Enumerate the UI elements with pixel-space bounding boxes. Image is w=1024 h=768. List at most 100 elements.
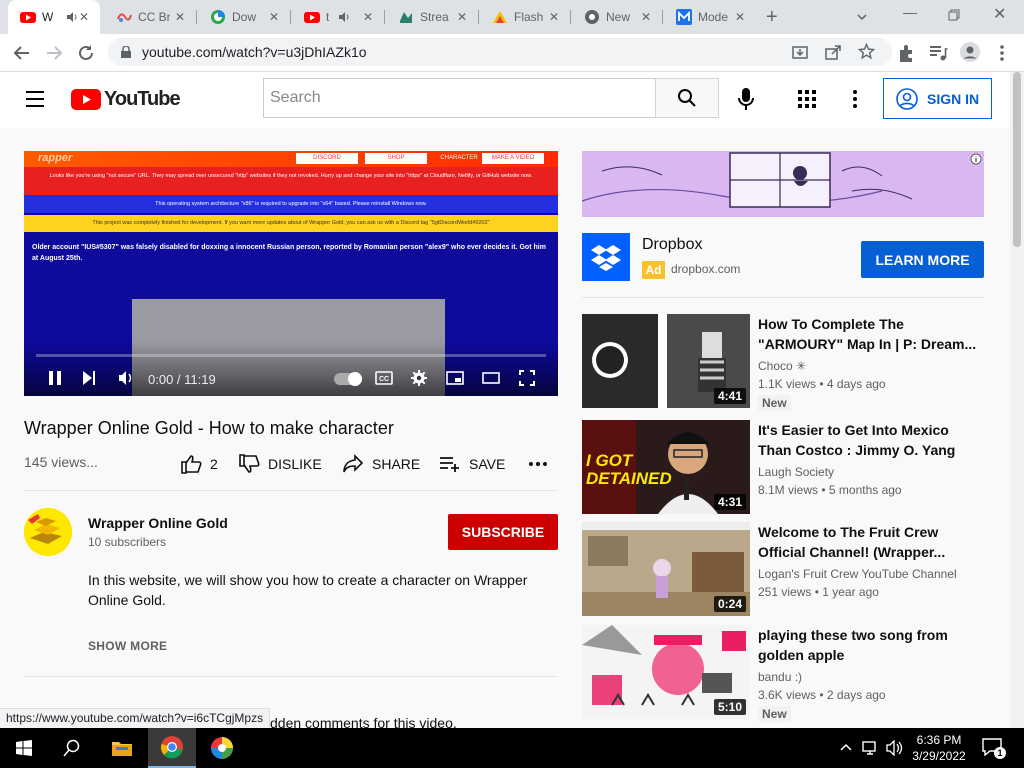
close-tab-icon[interactable]: ✕ (638, 9, 654, 25)
url-text: youtube.com/watch?v=u3jDhIAZk1o (142, 44, 367, 60)
next-icon[interactable] (82, 370, 96, 386)
close-tab-icon[interactable]: ✕ (266, 9, 282, 25)
recommended-video-4[interactable]: 5:10 playing these two song from golden … (582, 625, 1002, 722)
apps-grid-icon[interactable] (797, 89, 817, 109)
share-button[interactable]: SHARE (342, 454, 420, 474)
hamburger-menu-icon[interactable] (25, 89, 45, 109)
microphone-icon[interactable] (737, 87, 755, 111)
browser-menu-icon[interactable] (991, 42, 1013, 64)
ad-banner-image[interactable] (582, 151, 984, 217)
taskbar-search-button[interactable] (48, 728, 96, 768)
close-tab-icon[interactable]: ✕ (546, 9, 562, 25)
like-button[interactable]: 2 (180, 454, 218, 474)
install-icon[interactable] (792, 44, 808, 60)
browser-tab-2[interactable]: CC Br ✕ (104, 0, 196, 34)
recommended-video-1[interactable]: 4:41 How To Complete The "ARMOURY" Map I… (582, 314, 1002, 411)
video-player[interactable]: rapper DISCORD SHOP CHARACTER MAKE A VID… (24, 151, 558, 396)
browser-tab-7[interactable]: New ✕ (572, 0, 662, 34)
theater-mode-icon[interactable] (482, 371, 500, 385)
back-icon[interactable] (11, 42, 33, 64)
thumbnail-caption: I GOT DETAINED (586, 451, 672, 488)
channel-name[interactable]: Logan's Fruit Crew YouTube Channel (758, 567, 957, 581)
speaker-volume-icon[interactable] (886, 740, 904, 756)
browser-tab-1[interactable]: W ✕ (8, 0, 100, 34)
channel-name[interactable]: Choco ✳ (758, 359, 806, 373)
video-title[interactable]: Welcome to The Fruit Crew Official Chann… (758, 522, 978, 562)
pause-icon[interactable] (48, 370, 62, 386)
scrollbar-thumb[interactable] (1013, 72, 1021, 247)
restore-icon[interactable] (948, 9, 960, 21)
extensions-icon[interactable] (896, 42, 918, 64)
media-control-icon[interactable] (927, 42, 949, 64)
chevron-up-icon[interactable] (840, 742, 852, 754)
bookmark-star-icon[interactable] (858, 43, 875, 60)
view-count[interactable]: 145 views... (24, 454, 98, 470)
video-thumbnail[interactable]: 0:24 (582, 522, 750, 616)
recommended-video-2[interactable]: I GOT DETAINED 4:31 It's Easier to Get I… (582, 420, 1002, 514)
autoplay-toggle[interactable] (334, 372, 362, 386)
close-tab-icon[interactable]: ✕ (360, 9, 376, 25)
dropbox-icon (591, 245, 621, 271)
file-explorer-button[interactable] (98, 728, 146, 768)
search-input[interactable] (264, 79, 656, 117)
video-thumbnail[interactable]: 4:41 (582, 314, 750, 408)
new-tab-icon[interactable]: + (766, 6, 778, 29)
settings-more-icon[interactable] (845, 89, 865, 109)
minimize-icon[interactable]: — (903, 4, 917, 20)
lock-icon[interactable] (120, 46, 132, 58)
volume-icon[interactable] (118, 370, 134, 386)
learn-more-button[interactable]: LEARN MORE (861, 241, 984, 278)
tab-search-icon[interactable] (856, 11, 868, 23)
captions-icon[interactable]: CC (375, 371, 393, 385)
browser-tab-5[interactable]: Strea ✕ (386, 0, 478, 34)
close-tab-icon[interactable]: ✕ (172, 9, 188, 25)
ad-info-icon[interactable] (970, 153, 982, 165)
video-title[interactable]: How To Complete The "ARMOURY" Map In | P… (758, 314, 978, 354)
address-bar[interactable]: youtube.com/watch?v=u3jDhIAZk1o (108, 38, 892, 66)
color-app-taskbar-button[interactable] (198, 728, 246, 768)
save-button[interactable]: SAVE (439, 454, 505, 474)
search-box[interactable] (263, 78, 656, 118)
video-title[interactable]: playing these two song from golden apple (758, 625, 978, 665)
close-tab-icon[interactable]: ✕ (454, 9, 470, 25)
system-clock[interactable]: 6:36 PM 3/29/2022 (912, 732, 966, 764)
recommended-video-3[interactable]: 0:24 Welcome to The Fruit Crew Official … (582, 522, 1002, 616)
youtube-logo[interactable]: YouTube (71, 87, 181, 111)
settings-gear-icon[interactable] (411, 370, 427, 386)
video-thumbnail[interactable]: 5:10 (582, 625, 750, 719)
profile-icon[interactable] (959, 41, 981, 63)
search-button[interactable] (655, 78, 719, 118)
dropbox-logo[interactable] (582, 233, 630, 281)
forward-icon[interactable] (43, 42, 65, 64)
chrome-taskbar-button[interactable] (148, 728, 196, 768)
channel-name[interactable]: Wrapper Online Gold (88, 515, 228, 531)
save-label: SAVE (469, 456, 506, 472)
show-more-button[interactable]: SHOW MORE (88, 639, 167, 653)
sign-in-button[interactable]: SIGN IN (883, 78, 992, 119)
miniplayer-icon[interactable] (446, 371, 464, 385)
fullscreen-icon[interactable] (519, 370, 535, 386)
more-actions-icon[interactable] (528, 461, 548, 467)
subscribe-button[interactable]: SUBSCRIBE (448, 514, 558, 550)
video-title[interactable]: It's Easier to Get Into Mexico Than Cost… (758, 420, 978, 460)
close-window-icon[interactable]: ✕ (993, 4, 1006, 24)
browser-tab-6[interactable]: Flash ✕ (480, 0, 570, 34)
reload-icon[interactable] (75, 42, 97, 64)
browser-tab-8[interactable]: Mode ✕ (664, 0, 756, 34)
video-thumbnail[interactable]: I GOT DETAINED 4:31 (582, 420, 750, 514)
network-icon[interactable] (862, 740, 880, 756)
close-tab-icon[interactable]: ✕ (732, 9, 748, 25)
progress-bar[interactable] (36, 354, 546, 357)
notification-center-button[interactable]: 1 (982, 738, 1006, 759)
browser-tab-3[interactable]: Dow ✕ (198, 0, 290, 34)
channel-name[interactable]: bandu :) (758, 670, 802, 684)
start-button[interactable] (0, 728, 48, 768)
share-page-icon[interactable] (825, 44, 841, 60)
browser-tab-4[interactable]: t ✕ (292, 0, 384, 34)
close-tab-icon[interactable]: ✕ (76, 9, 92, 25)
ad-name[interactable]: Dropbox (642, 236, 702, 254)
page-scrollbar[interactable] (1010, 72, 1024, 728)
dislike-button[interactable]: DISLIKE (238, 454, 322, 474)
channel-name[interactable]: Laugh Society (758, 465, 834, 479)
channel-avatar[interactable] (24, 508, 72, 556)
